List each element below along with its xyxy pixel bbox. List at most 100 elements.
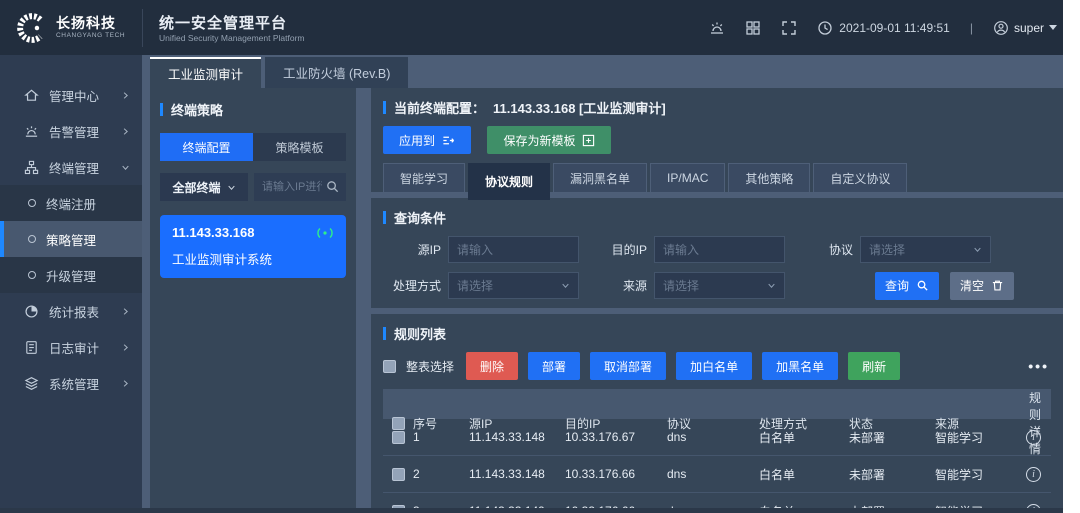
tab-industrial-monitor-audit[interactable]: 工业监测审计 — [150, 57, 261, 88]
header-divider: | — [970, 21, 973, 35]
delete-button[interactable]: 删除 — [466, 352, 518, 380]
rule-list-panel: 规则列表 整表选择 删除 部署 取消部署 加白名单 加黑名单 刷新 ••• 序号 — [371, 314, 1063, 508]
current-config-value: 11.143.33.168 [工业监测审计] — [493, 98, 666, 117]
all-terminals-select[interactable]: 全部终端 — [160, 173, 248, 201]
save-as-template-button[interactable]: 保存为新模板 — [487, 126, 611, 154]
src-ip-label: 源IP — [383, 241, 441, 258]
pie-chart-icon — [24, 304, 39, 319]
sidebar-item-label: 统计报表 — [49, 302, 99, 321]
sidebar-item-label: 策略管理 — [46, 230, 96, 249]
sidebar-item-label: 告警管理 — [49, 122, 99, 141]
terminal-ip: 11.143.33.168 — [172, 225, 254, 240]
tab-smart-learning[interactable]: 智能学习 — [383, 163, 465, 193]
row-checkbox[interactable] — [392, 431, 405, 444]
rule-list-title: 规则列表 — [383, 324, 1051, 343]
search-icon[interactable] — [325, 179, 340, 194]
undeploy-button[interactable]: 取消部署 — [590, 352, 666, 380]
tab-ip-mac[interactable]: IP/MAC — [650, 163, 725, 193]
sidebar-item-strategy-management[interactable]: 策略管理 — [0, 221, 142, 257]
sidebar-item-management-center[interactable]: 管理中心 — [0, 77, 142, 113]
trash-icon — [991, 279, 1004, 292]
header-checkbox[interactable] — [392, 417, 405, 430]
radio-ring-icon — [28, 235, 36, 243]
protocol-select[interactable]: 请选择 — [860, 236, 991, 263]
current-config-label: 当前终端配置： — [394, 98, 485, 117]
add-whitelist-button[interactable]: 加白名单 — [676, 352, 752, 380]
cell-src-ip: 11.143.33.148 — [469, 430, 565, 444]
refresh-button[interactable]: 刷新 — [848, 352, 900, 380]
src-ip-input[interactable] — [448, 236, 579, 263]
dst-ip-label: 目的IP — [579, 241, 647, 258]
rule-actions-bar: 整表选择 删除 部署 取消部署 加白名单 加黑名单 刷新 ••• — [383, 352, 1051, 380]
cell-dst-ip: 10.33.176.66 — [565, 467, 667, 481]
handle-mode-label: 处理方式 — [383, 277, 441, 294]
sidebar-item-alarm-management[interactable]: 告警管理 — [0, 113, 142, 149]
table-row[interactable]: 2 11.143.33.148 10.33.176.66 dns 白名单 未部署… — [383, 456, 1051, 493]
sidebar-item-label: 终端管理 — [49, 158, 99, 177]
user-menu[interactable]: super — [993, 20, 1057, 36]
tab-custom-protocol[interactable]: 自定义协议 — [813, 163, 907, 193]
chevron-right-icon — [121, 91, 130, 100]
dst-ip-input[interactable] — [654, 236, 785, 263]
search-icon — [916, 279, 929, 292]
source-label: 来源 — [579, 277, 647, 294]
sidebar-item-statistics-report[interactable]: 统计报表 — [0, 293, 142, 329]
tab-vuln-blacklist[interactable]: 漏洞黑名单 — [553, 163, 647, 193]
page-subtitle: Unified Security Management Platform — [159, 33, 305, 43]
table-row[interactable]: 3 11.143.33.149 10.33.176.66 dns 白名单 未部署… — [383, 493, 1051, 508]
title-accent-bar — [383, 327, 386, 340]
sidebar-item-label: 日志审计 — [49, 338, 99, 357]
alarm-beacon-icon[interactable] — [709, 20, 725, 36]
row-checkbox[interactable] — [392, 468, 405, 481]
clock-block: 2021-09-01 11:49:51 — [817, 20, 950, 36]
select-all-checkbox[interactable] — [383, 360, 396, 373]
terminal-card-selected[interactable]: 11.143.33.168 工业监测审计系统 — [160, 215, 346, 278]
cell-status: 未部署 — [849, 466, 935, 483]
info-icon[interactable] — [1026, 430, 1041, 445]
query-button[interactable]: 查询 — [875, 272, 939, 300]
handle-mode-select[interactable]: 请选择 — [448, 272, 579, 299]
tab-other-strategy[interactable]: 其他策略 — [728, 163, 810, 193]
more-options-icon[interactable]: ••• — [1028, 358, 1051, 374]
apply-to-button[interactable]: 应用到 — [383, 126, 471, 154]
module-tabs: 工业监测审计 工业防火墙 (Rev.B) — [150, 57, 408, 88]
top-header: 长扬科技 CHANGYANG TECH 统一安全管理平台 Unified Sec… — [0, 0, 1063, 55]
radio-ring-icon — [28, 199, 36, 207]
alarm-icon — [24, 124, 39, 139]
sidebar-item-system-management[interactable]: 系统管理 — [0, 365, 142, 401]
tab-industrial-firewall[interactable]: 工业防火墙 (Rev.B) — [265, 57, 408, 88]
brand-name-en: CHANGYANG TECH — [56, 32, 125, 39]
col-no: 序号 — [413, 415, 469, 432]
tab-protocol-rules[interactable]: 协议规则 — [468, 163, 550, 200]
header-toolbar: 2021-09-01 11:49:51 | super — [709, 20, 1063, 36]
clear-button[interactable]: 清空 — [950, 272, 1014, 300]
query-buttons: 查询 清空 — [875, 272, 1014, 300]
current-config-title: 当前终端配置： 11.143.33.168 [工业监测审计] — [383, 98, 1051, 117]
config-actions: 应用到 保存为新模板 — [383, 126, 1051, 154]
sidebar-item-upgrade-management[interactable]: 升级管理 — [0, 257, 142, 293]
cell-protocol: dns — [667, 467, 759, 481]
source-select[interactable]: 请选择 — [654, 272, 785, 299]
main-column: 当前终端配置： 11.143.33.168 [工业监测审计] 应用到 保存为新模… — [371, 88, 1063, 508]
query-row-1: 源IP 目的IP 协议 请选择 — [383, 236, 1051, 263]
sidebar-item-terminal-management[interactable]: 终端管理 — [0, 149, 142, 185]
signal-online-icon — [316, 226, 334, 240]
fullscreen-icon[interactable] — [781, 20, 797, 36]
layers-icon — [24, 376, 39, 391]
cell-no: 1 — [413, 430, 469, 444]
sidebar-item-terminal-register[interactable]: 终端注册 — [0, 185, 142, 221]
deploy-button[interactable]: 部署 — [528, 352, 580, 380]
sidebar-item-label: 管理中心 — [49, 86, 99, 105]
sidebar-item-log-audit[interactable]: 日志审计 — [0, 329, 142, 365]
brand-name: 长扬科技 — [56, 16, 125, 31]
cell-dst-ip: 10.33.176.67 — [565, 430, 667, 444]
title-accent-bar — [383, 211, 386, 224]
toggle-terminal-config[interactable]: 终端配置 — [160, 133, 253, 161]
info-icon[interactable] — [1026, 467, 1041, 482]
toggle-strategy-template[interactable]: 策略模板 — [253, 133, 346, 161]
chevron-right-icon — [121, 379, 130, 388]
config-tab-bar: 智能学习 协议规则 漏洞黑名单 IP/MAC 其他策略 自定义协议 — [383, 163, 1051, 200]
screenshot-crop-strip — [1063, 0, 1080, 513]
apps-grid-icon[interactable] — [745, 20, 761, 36]
add-blacklist-button[interactable]: 加黑名单 — [762, 352, 838, 380]
